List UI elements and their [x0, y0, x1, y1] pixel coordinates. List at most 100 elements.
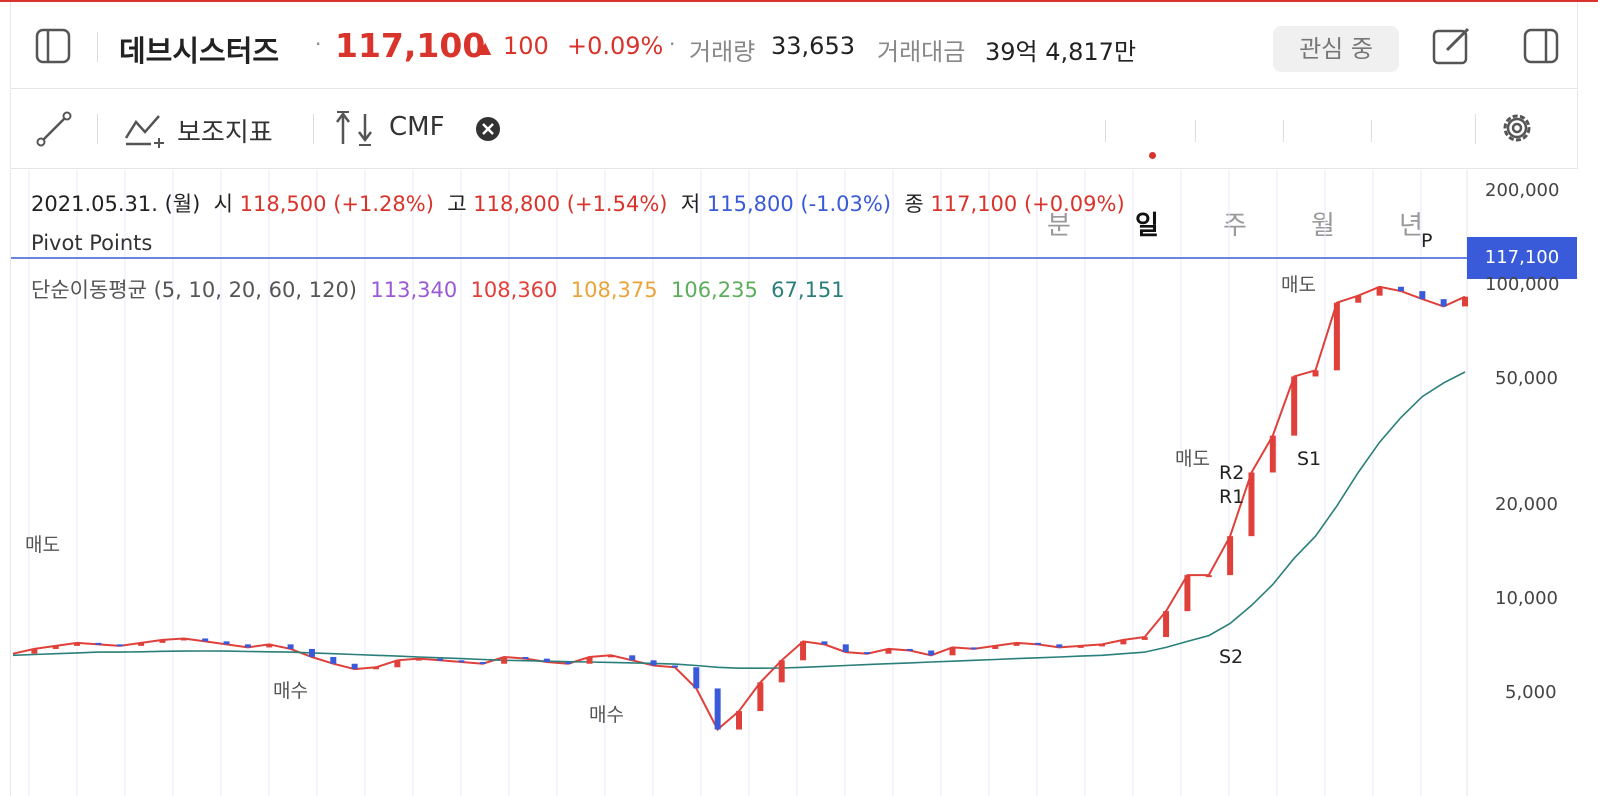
- edit-icon[interactable]: [1431, 26, 1471, 66]
- candle: [906, 648, 913, 651]
- candle: [1034, 642, 1041, 645]
- candle: [1419, 291, 1426, 300]
- candle: [1056, 644, 1063, 648]
- candle: [1462, 296, 1468, 307]
- y-tick: 50,000: [1495, 368, 1558, 389]
- candle: [842, 644, 849, 653]
- ma120-line: [12, 371, 1466, 670]
- price-chart[interactable]: 2021.05.31. (월) 시 118,500 (+1.28%) 고 118…: [10, 170, 1577, 796]
- candle: [1141, 637, 1148, 640]
- candle: [778, 660, 785, 683]
- candle: [1227, 536, 1234, 576]
- high-value: 118,800 (+1.54%): [473, 192, 668, 216]
- pivot-level-label: R2: [1219, 462, 1245, 484]
- ma5-value: 113,340: [370, 278, 458, 302]
- candle: [1376, 286, 1383, 296]
- volume-value: 33,653: [771, 32, 855, 60]
- candle: [116, 644, 123, 647]
- candle: [650, 660, 657, 666]
- candle: [138, 642, 145, 646]
- candle: [266, 644, 273, 648]
- buy-signal-label: 매수: [589, 704, 624, 726]
- candle: [351, 663, 358, 670]
- cmf-indicator-icon: [336, 111, 372, 146]
- candle: [1184, 575, 1191, 612]
- chart-toolbar: 보조지표 CMF 분 일 주 월 년: [10, 90, 1578, 241]
- y-tick: 20,000: [1495, 494, 1558, 515]
- buy-signal-label: 매수: [273, 680, 308, 702]
- candle: [693, 667, 700, 689]
- candle: [949, 647, 956, 656]
- candle: [180, 638, 187, 641]
- watch-toggle-button[interactable]: 관심 중: [1273, 26, 1399, 72]
- ma-label[interactable]: 단순이동평균 (5, 10, 20, 60, 120): [31, 278, 357, 302]
- y-tick: 200,000: [1485, 180, 1560, 201]
- remove-indicator-icon[interactable]: [475, 116, 501, 142]
- sidebar-right-icon[interactable]: [1523, 28, 1559, 64]
- amount-value: 39억 4,817만: [985, 38, 1137, 66]
- candle: [415, 658, 422, 661]
- current-price: 117,100: [335, 26, 486, 65]
- amount-label: 거래대금: [877, 38, 966, 66]
- candle: [52, 645, 59, 649]
- candle: [885, 648, 892, 654]
- ma120-value: 67,151: [771, 278, 845, 302]
- candle: [1099, 644, 1105, 647]
- open-value: 118,500 (+1.28%): [239, 192, 434, 216]
- pivot-level-label: S1: [1297, 448, 1322, 470]
- stock-name: 데브시스터즈: [119, 34, 280, 68]
- candle: [821, 641, 828, 645]
- ma20-value: 108,375: [570, 278, 658, 302]
- candle: [970, 647, 977, 650]
- candle: [501, 656, 508, 664]
- line-tool-icon[interactable]: [35, 110, 73, 148]
- candle: [159, 639, 166, 643]
- indicator-icon[interactable]: [123, 110, 167, 148]
- sell-signal-label: 매도: [25, 534, 60, 556]
- candle: [565, 662, 572, 665]
- candle: [1120, 639, 1127, 645]
- low-value: 115,800 (-1.03%): [706, 192, 892, 216]
- candle: [394, 660, 401, 668]
- candle: [1333, 302, 1340, 371]
- candle: [458, 660, 465, 663]
- candle: [1077, 645, 1084, 648]
- candle: [928, 650, 935, 656]
- candle: [330, 656, 337, 664]
- candle-date: 2021.05.31. (월): [31, 192, 201, 216]
- active-period-dot: [1149, 152, 1156, 159]
- close-price-line: [12, 285, 1466, 732]
- price-change: 100: [503, 32, 549, 60]
- sell-signal-label: 매도: [1281, 274, 1316, 296]
- candle: [287, 644, 294, 649]
- candle: [992, 645, 999, 649]
- current-price-tag: 117,100: [1467, 237, 1577, 279]
- pivot-level-label: R1: [1219, 486, 1245, 508]
- pivot-points-label[interactable]: Pivot Points: [31, 231, 152, 255]
- candle: [308, 648, 315, 657]
- y-tick: 100,000: [1485, 274, 1560, 295]
- volume-label: 거래량: [689, 38, 756, 66]
- up-arrow-icon: ▲: [479, 38, 492, 57]
- candle: [437, 658, 444, 661]
- gear-icon[interactable]: [1497, 108, 1537, 148]
- candle: [244, 644, 251, 648]
- candle: [543, 658, 550, 663]
- candle: [373, 667, 379, 670]
- close-value: 117,100 (+0.09%): [930, 192, 1125, 216]
- candle: [757, 682, 764, 712]
- candle: [1205, 575, 1212, 578]
- candle: [714, 688, 721, 730]
- stock-header: 데브시스터즈 · 117,100 ▲ 100 +0.09% · 거래량 33,6…: [10, 2, 1578, 89]
- candle: [1355, 295, 1362, 303]
- indicator-button[interactable]: 보조지표: [177, 112, 273, 149]
- candle: [479, 662, 486, 665]
- candle: [95, 642, 102, 645]
- candle: [74, 642, 81, 646]
- pivot-level-label: P: [1421, 230, 1433, 252]
- sidebar-left-icon[interactable]: [35, 28, 71, 64]
- chart-canvas[interactable]: [11, 170, 1577, 796]
- candle: [31, 648, 38, 654]
- candle: [607, 655, 614, 658]
- y-tick: 5,000: [1505, 682, 1557, 703]
